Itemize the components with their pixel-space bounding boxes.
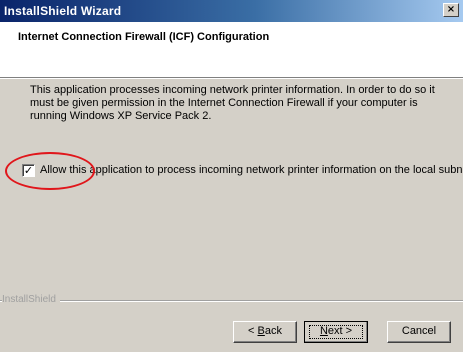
allow-subnet-checkbox-row[interactable]: ✓ Allow this application to process inco… [22,164,463,180]
footer-divider [0,300,463,302]
back-button-label: ack [264,325,282,337]
description-text: This application processes incoming netw… [30,84,435,122]
page-heading: Internet Connection Firewall (ICF) Confi… [18,31,270,43]
allow-subnet-checkbox-label[interactable]: Allow this application to process incomi… [40,164,463,176]
title-bar[interactable]: InstallShield Wizard × [0,0,463,22]
installshield-brand-label: InstallShield [2,294,60,305]
back-button-prefix: < [248,325,258,337]
header-divider [0,78,463,79]
back-button[interactable]: < Back [233,321,297,343]
next-button[interactable]: Next > [304,321,368,343]
back-button-mnemonic: B [257,325,265,337]
allow-subnet-checkbox[interactable]: ✓ [22,164,35,177]
cancel-button[interactable]: Cancel [387,321,451,343]
close-icon[interactable]: × [443,3,459,17]
window-title: InstallShield Wizard [4,4,122,18]
focus-rectangle [309,325,363,339]
installshield-wizard-window: InstallShield Wizard × Internet Connecti… [0,0,463,352]
header-panel: Internet Connection Firewall (ICF) Confi… [0,22,463,78]
